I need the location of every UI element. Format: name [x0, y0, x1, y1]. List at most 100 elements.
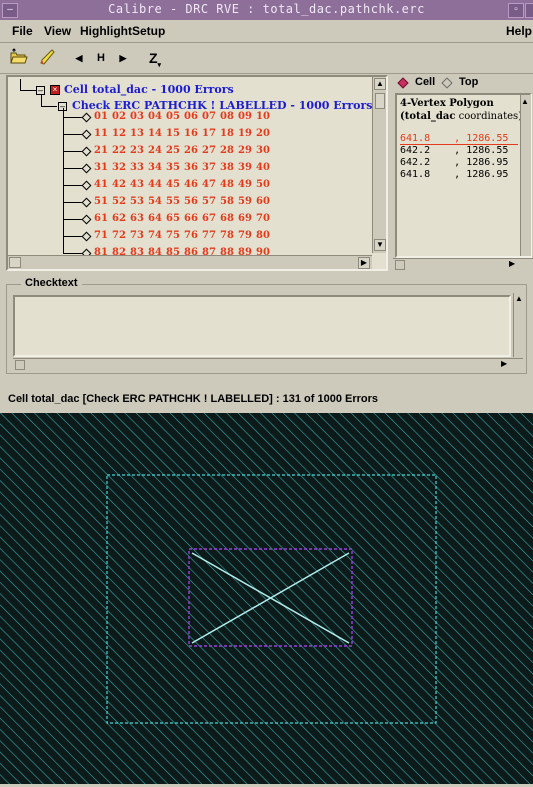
- error-number[interactable]: 65: [166, 213, 184, 224]
- scroll-up-arrow-icon[interactable]: ▲: [515, 294, 523, 303]
- layout-view[interactable]: [0, 413, 533, 784]
- error-number[interactable]: 37: [202, 162, 220, 173]
- error-number[interactable]: 34: [148, 162, 166, 173]
- error-number[interactable]: 13: [130, 128, 148, 139]
- error-number[interactable]: 64: [148, 213, 166, 224]
- error-number[interactable]: 68: [220, 213, 238, 224]
- error-number[interactable]: 11: [94, 128, 112, 139]
- scroll-right-arrow-icon[interactable]: ▶: [509, 259, 515, 268]
- error-number[interactable]: 30: [256, 145, 274, 156]
- coordinate-row[interactable]: 642.2 , 1286.55: [400, 145, 508, 156]
- error-number[interactable]: 31: [94, 162, 112, 173]
- menu-setup[interactable]: Setup: [132, 24, 165, 38]
- error-number[interactable]: 70: [256, 213, 274, 224]
- scroll-left-arrow-icon[interactable]: [15, 360, 25, 370]
- error-number[interactable]: 50: [256, 179, 274, 190]
- scroll-up-arrow-icon[interactable]: ▲: [521, 97, 529, 106]
- highlight-button[interactable]: H: [90, 47, 112, 69]
- error-number[interactable]: 38: [220, 162, 238, 173]
- error-number[interactable]: 71: [94, 230, 112, 241]
- error-number[interactable]: 15: [166, 128, 184, 139]
- error-number[interactable]: 27: [202, 145, 220, 156]
- collapse-toggle[interactable]: –: [36, 86, 45, 95]
- error-number[interactable]: 12: [112, 128, 130, 139]
- tree-vertical-scrollbar[interactable]: ▲ ▼: [372, 77, 386, 253]
- layout-canvas[interactable]: [0, 413, 533, 784]
- error-number[interactable]: 43: [130, 179, 148, 190]
- error-number[interactable]: 77: [202, 230, 220, 241]
- zoom-button[interactable]: Z▾: [144, 47, 166, 69]
- results-tree[interactable]: – × Cell total_dac - 1000 Errors – Check…: [6, 75, 388, 271]
- menu-view[interactable]: View: [44, 24, 71, 38]
- cell-radio-icon[interactable]: [397, 77, 409, 89]
- previous-error-button[interactable]: ◀: [68, 47, 90, 69]
- error-number[interactable]: 52: [112, 196, 130, 207]
- menu-help[interactable]: Help: [506, 24, 532, 38]
- error-number[interactable]: 47: [202, 179, 220, 190]
- error-number[interactable]: 33: [130, 162, 148, 173]
- error-number[interactable]: 79: [238, 230, 256, 241]
- top-radio-label[interactable]: Top: [459, 76, 478, 88]
- next-error-button[interactable]: ▶: [112, 47, 134, 69]
- scroll-left-arrow-icon[interactable]: [395, 260, 405, 270]
- error-number[interactable]: 66: [184, 213, 202, 224]
- scroll-right-arrow-icon[interactable]: ▶: [501, 359, 507, 368]
- error-number[interactable]: 61: [94, 213, 112, 224]
- error-number[interactable]: 22: [112, 145, 130, 156]
- error-number[interactable]: 23: [130, 145, 148, 156]
- error-number[interactable]: 21: [94, 145, 112, 156]
- error-number[interactable]: 40: [256, 162, 274, 173]
- error-number[interactable]: 10: [256, 111, 274, 122]
- error-number[interactable]: 58: [220, 196, 238, 207]
- tree-horizontal-scrollbar[interactable]: ▶: [8, 255, 372, 269]
- error-number[interactable]: 36: [184, 162, 202, 173]
- error-number[interactable]: 55: [166, 196, 184, 207]
- error-number[interactable]: 35: [166, 162, 184, 173]
- coordinate-row[interactable]: 642.2 , 1286.95: [400, 157, 508, 168]
- error-number[interactable]: 24: [148, 145, 166, 156]
- error-number[interactable]: 01: [94, 111, 112, 122]
- minimize-button[interactable]: ▫: [508, 3, 524, 18]
- checktext-area[interactable]: [13, 295, 511, 357]
- error-number[interactable]: 76: [184, 230, 202, 241]
- error-number[interactable]: 42: [112, 179, 130, 190]
- error-number[interactable]: 51: [94, 196, 112, 207]
- error-number[interactable]: 48: [220, 179, 238, 190]
- error-number[interactable]: 19: [238, 128, 256, 139]
- maximize-button[interactable]: [525, 3, 533, 18]
- error-number[interactable]: 57: [202, 196, 220, 207]
- checktext-horizontal-scrollbar[interactable]: ▶: [13, 358, 523, 372]
- cell-radio-label[interactable]: Cell: [415, 76, 435, 88]
- error-number[interactable]: 02: [112, 111, 130, 122]
- coords-vertical-scrollbar[interactable]: ▲: [520, 95, 531, 256]
- coordinate-row[interactable]: 641.8 , 1286.95: [400, 169, 508, 180]
- error-number[interactable]: 06: [184, 111, 202, 122]
- checktext-vertical-scrollbar[interactable]: ▲: [513, 293, 526, 357]
- error-number[interactable]: 80: [256, 230, 274, 241]
- error-number[interactable]: 03: [130, 111, 148, 122]
- error-number[interactable]: 32: [112, 162, 130, 173]
- error-number[interactable]: 41: [94, 179, 112, 190]
- error-number[interactable]: 44: [148, 179, 166, 190]
- scroll-down-arrow-icon[interactable]: ▼: [374, 239, 386, 251]
- error-number[interactable]: 18: [220, 128, 238, 139]
- error-number[interactable]: 28: [220, 145, 238, 156]
- error-number[interactable]: 29: [238, 145, 256, 156]
- menu-file[interactable]: File: [12, 24, 33, 38]
- error-number[interactable]: 53: [130, 196, 148, 207]
- error-number[interactable]: 26: [184, 145, 202, 156]
- error-number[interactable]: 78: [220, 230, 238, 241]
- error-number[interactable]: 54: [148, 196, 166, 207]
- highlight-pencil-icon[interactable]: [36, 47, 58, 69]
- error-number[interactable]: 75: [166, 230, 184, 241]
- menu-highlight[interactable]: Highlight: [80, 24, 132, 38]
- error-number[interactable]: 04: [148, 111, 166, 122]
- error-number[interactable]: 63: [130, 213, 148, 224]
- error-number[interactable]: 60: [256, 196, 274, 207]
- error-number[interactable]: 17: [202, 128, 220, 139]
- error-number[interactable]: 45: [166, 179, 184, 190]
- error-number[interactable]: 08: [220, 111, 238, 122]
- top-radio-icon[interactable]: [441, 77, 453, 89]
- error-number[interactable]: 56: [184, 196, 202, 207]
- window-title-bar[interactable]: – Calibre - DRC RVE : total_dac.pathchk.…: [0, 0, 533, 20]
